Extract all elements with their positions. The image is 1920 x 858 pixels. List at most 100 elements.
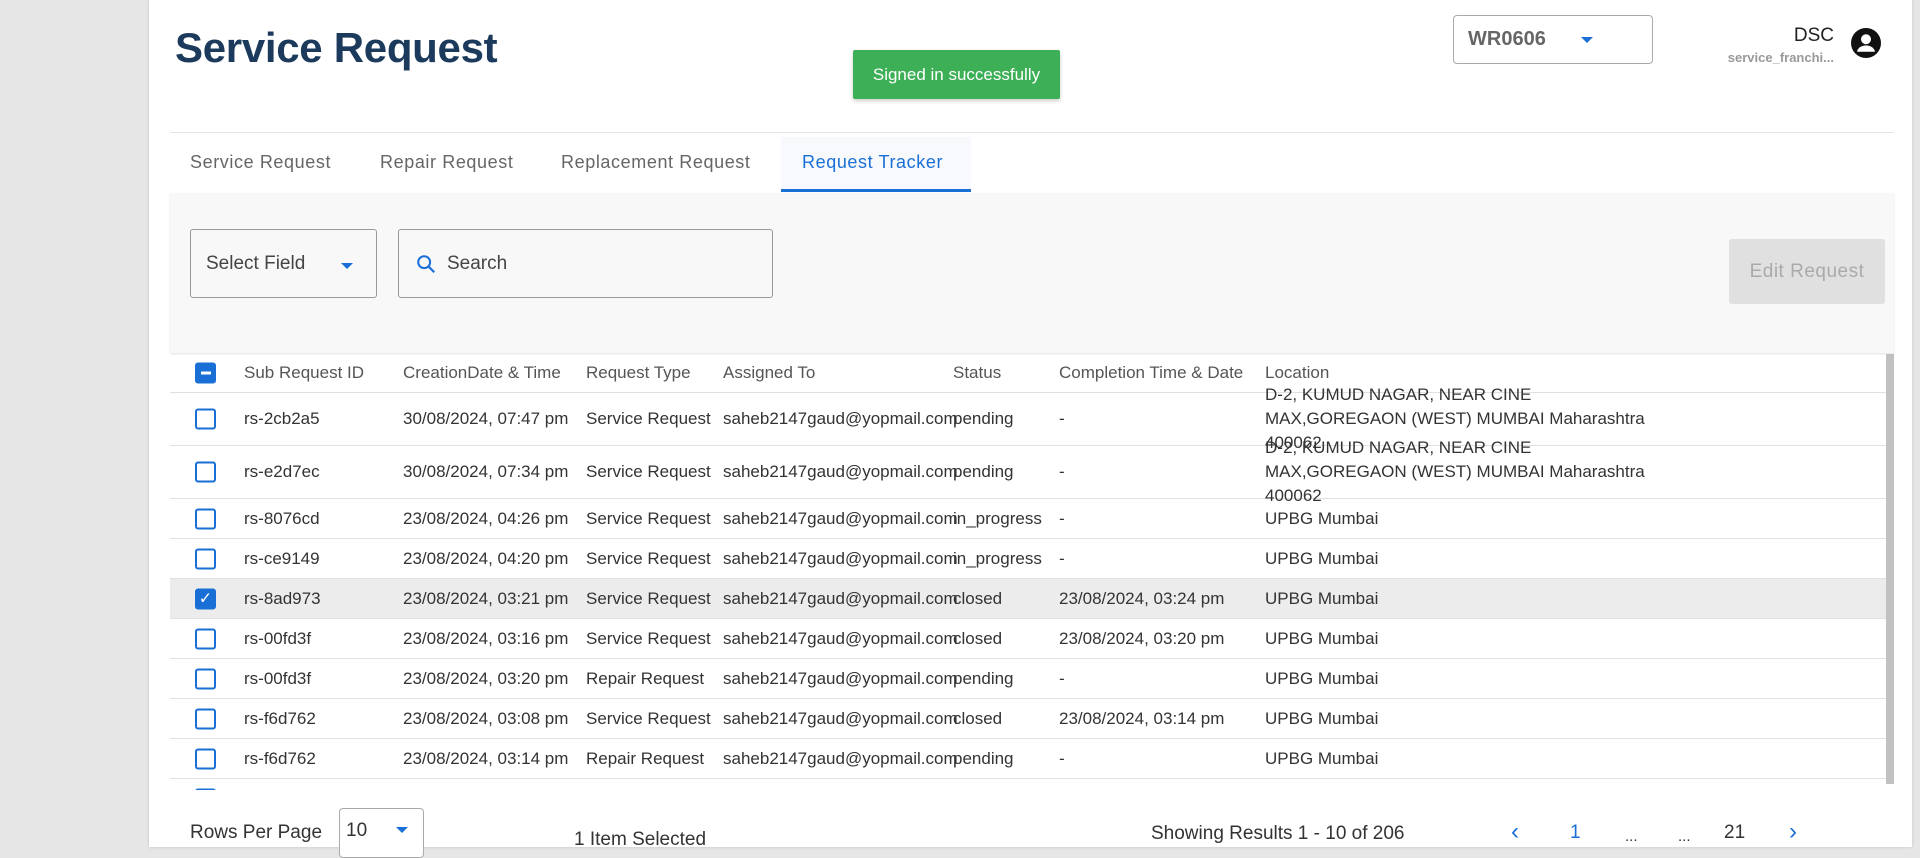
table-row[interactable]: rs-00fd3f 23/08/2024, 03:20 pm Repair Requ…: [170, 659, 1887, 699]
select-field-label: Select Field: [206, 252, 306, 274]
table-row-partial[interactable]: [170, 779, 1887, 790]
cell-status: closed: [953, 588, 1003, 608]
cell-request-type: Repair Request: [586, 668, 705, 688]
edit-request-button[interactable]: Edit Request: [1729, 239, 1885, 304]
search-input[interactable]: Search: [398, 229, 773, 298]
table-row[interactable]: rs-e2d7ec 30/08/2024, 07:34 pm Service Req…: [170, 438, 1887, 505]
cell-assigned-to: saheb2147gaud@yopmail.com: [723, 409, 958, 428]
page-1-button[interactable]: 1: [1570, 822, 1581, 844]
cell-request-type: Service Request: [586, 708, 711, 728]
selected-count: 1 Item Selected: [574, 829, 707, 850]
page-21-button[interactable]: 21: [1724, 822, 1745, 844]
cell-request-type: Service Request: [586, 462, 711, 481]
cell-sub-request-id: rs-8076cd: [244, 508, 320, 528]
cell-completion-date: -: [1059, 748, 1065, 768]
table-row[interactable]: rs-8076cd 23/08/2024, 04:26 pm Service Req…: [170, 499, 1887, 539]
row-checkbox[interactable]: [195, 788, 216, 790]
row-checkbox[interactable]: [195, 408, 216, 430]
select-field-dropdown[interactable]: Select Field: [190, 229, 377, 298]
rows-per-page-value: 10: [346, 820, 368, 841]
row-checkbox[interactable]: [195, 461, 216, 483]
cell-location: UPBG Mumbai: [1265, 508, 1379, 528]
cell-sub-request-id: rs-f6d762: [244, 708, 316, 728]
column-header-location[interactable]: Location: [1265, 361, 1329, 385]
table-row[interactable]: rs-00fd3f 23/08/2024, 03:16 pm Service Req…: [170, 619, 1887, 659]
cell-status: pending: [953, 462, 1014, 481]
divider: [170, 132, 1894, 133]
cell-location: UPBG Mumbai: [1265, 628, 1379, 648]
column-header-assigned-to[interactable]: Assigned To: [723, 361, 815, 385]
table-row[interactable]: ✓ rs-8ad973 23/08/2024, 03:21 pm Service Re…: [170, 579, 1887, 619]
row-checkbox[interactable]: [195, 628, 216, 649]
filter-panel: Select Field Search Edit Request: [170, 193, 1894, 353]
cell-completion-date: -: [1059, 409, 1065, 428]
cell-sub-request-id: rs-00fd3f: [244, 628, 312, 648]
table-scrollbar[interactable]: [1886, 354, 1894, 784]
cell-status: pending: [953, 668, 1014, 688]
cell-creation-date: 23/08/2024, 03:08 pm: [403, 708, 569, 728]
cell-location: D-2, KUMUD NAGAR, NEAR CINE MAX,GOREGAON…: [1265, 438, 1645, 505]
select-all-checkbox[interactable]: [195, 362, 216, 384]
cell-status: pending: [953, 748, 1014, 768]
cell-creation-date: 23/08/2024, 04:20 pm: [403, 548, 569, 568]
account-circle-icon[interactable]: [1851, 28, 1881, 58]
column-header-creation-date[interactable]: CreationDate & Time: [403, 361, 561, 385]
row-checkbox[interactable]: [195, 748, 216, 769]
cell-assigned-to: saheb2147gaud@yopmail.com: [723, 462, 958, 481]
chevron-down-icon: [1581, 37, 1593, 43]
cell-location: UPBG Mumbai: [1265, 708, 1379, 728]
cell-completion-date: -: [1059, 668, 1065, 688]
cell-assigned-to: saheb2147gaud@yopmail.com: [723, 668, 958, 688]
cell-sub-request-id: rs-2cb2a5: [244, 409, 320, 428]
table-row[interactable]: rs-f6d762 23/08/2024, 03:08 pm Service Req…: [170, 699, 1887, 739]
column-header-request-type[interactable]: Request Type: [586, 361, 691, 385]
cell-assigned-to: saheb2147gaud@yopmail.com: [723, 588, 958, 608]
row-checkbox[interactable]: [195, 668, 216, 689]
cell-request-type: Service Request: [586, 628, 711, 648]
row-checkbox[interactable]: [195, 708, 216, 729]
warehouse-value: WR0606: [1468, 28, 1546, 50]
pagination-ellipsis: ...: [1625, 828, 1638, 845]
row-checkbox[interactable]: ✓: [195, 588, 216, 609]
row-checkbox[interactable]: [195, 548, 216, 569]
warehouse-select[interactable]: WR0606: [1453, 15, 1653, 64]
column-header-completion-date[interactable]: Completion Time & Date: [1059, 361, 1243, 385]
toast-notification: Signed in successfully: [853, 50, 1060, 99]
tab-repair-request[interactable]: Repair Request: [380, 152, 513, 173]
cell-creation-date: 23/08/2024, 03:16 pm: [403, 628, 569, 648]
cell-request-type: Service Request: [586, 588, 711, 608]
rows-per-page-select[interactable]: 10: [339, 808, 424, 858]
user-name: DSC: [1793, 25, 1834, 46]
cell-request-type: Service Request: [586, 409, 711, 428]
table-row[interactable]: rs-f6d762 23/08/2024, 03:14 pm Repair Requ…: [170, 739, 1887, 779]
cell-sub-request-id: rs-ce9149: [244, 548, 320, 568]
row-checkbox[interactable]: [195, 508, 216, 529]
cell-assigned-to: saheb2147gaud@yopmail.com: [723, 708, 958, 728]
prev-page-icon[interactable]: ‹: [1511, 818, 1519, 846]
tab-service-request[interactable]: Service Request: [190, 152, 331, 173]
cell-completion-date: 23/08/2024, 03:14 pm: [1059, 708, 1225, 728]
main-card: Service Request Signed in successfully W…: [149, 0, 1912, 858]
cell-creation-date: 23/08/2024, 03:20 pm: [403, 668, 569, 688]
cell-creation-date: 23/08/2024, 04:26 pm: [403, 508, 569, 528]
table-row[interactable]: rs-ce9149 23/08/2024, 04:20 pm Service Req…: [170, 539, 1887, 579]
cell-location: UPBG Mumbai: [1265, 748, 1379, 768]
cell-assigned-to: saheb2147gaud@yopmail.com: [723, 748, 958, 768]
column-header-status[interactable]: Status: [953, 361, 1001, 385]
cell-sub-request-id: rs-f6d762: [244, 748, 316, 768]
cell-request-type: Service Request: [586, 508, 711, 528]
cell-request-type: Service Request: [586, 548, 711, 568]
chevron-down-icon: [396, 827, 408, 833]
cell-status: pending: [953, 409, 1014, 428]
column-header-sub-request-id[interactable]: Sub Request ID: [244, 361, 364, 385]
next-page-icon[interactable]: ›: [1789, 818, 1797, 846]
tab-request-tracker[interactable]: Request Tracker: [802, 152, 943, 173]
cell-completion-date: 23/08/2024, 03:24 pm: [1059, 588, 1225, 608]
cell-status: in_progress: [953, 548, 1042, 568]
cell-sub-request-id: rs-8ad973: [244, 588, 321, 608]
cell-completion-date: -: [1059, 548, 1065, 568]
tab-replacement-request[interactable]: Replacement Request: [561, 152, 751, 173]
cell-location: UPBG Mumbai: [1265, 548, 1379, 568]
page-title: Service Request: [175, 24, 498, 71]
search-placeholder: Search: [447, 252, 508, 274]
